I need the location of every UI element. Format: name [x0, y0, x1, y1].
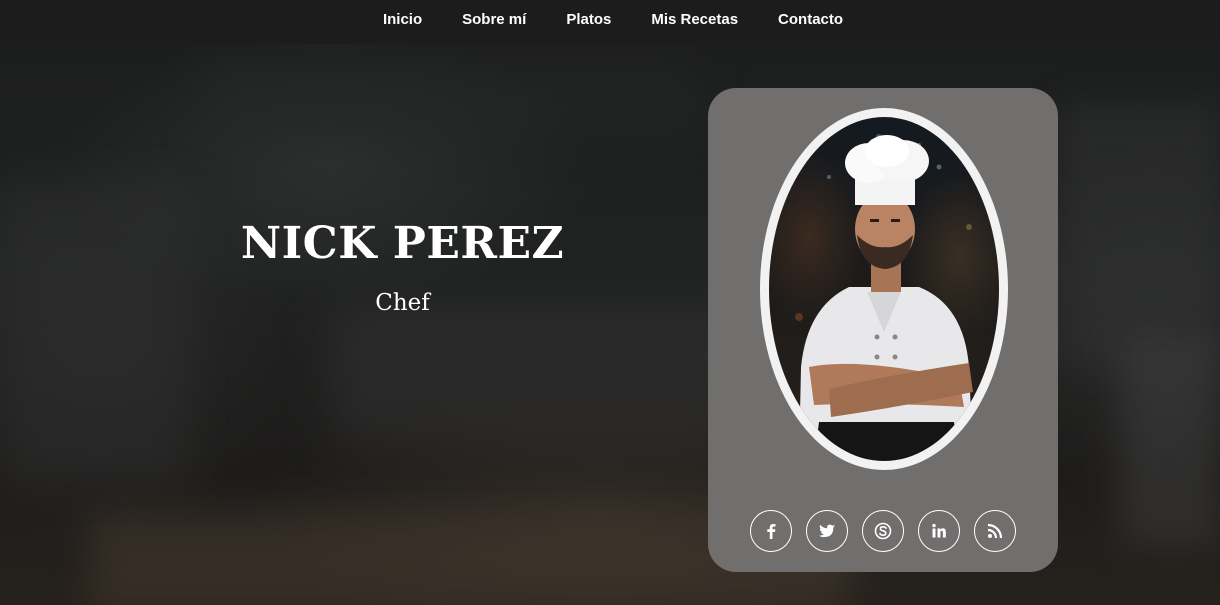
top-navbar: Inicio Sobre mí Platos Mis Recetas Conta… — [0, 0, 1220, 44]
nav-item-sobre-mi[interactable]: Sobre mí — [462, 11, 526, 28]
facebook-icon — [767, 524, 776, 539]
hero-name: NICK PEREZ — [240, 218, 565, 269]
nav-item-platos[interactable]: Platos — [566, 11, 611, 28]
hero-role: Chef — [375, 290, 430, 316]
social-links — [750, 510, 1016, 554]
chef-illustration — [795, 134, 973, 461]
chef-portrait — [769, 117, 999, 461]
hero-section: NICK PEREZ Chef — [0, 44, 1220, 605]
nav-item-mis-recetas[interactable]: Mis Recetas — [651, 11, 738, 28]
skype-button[interactable] — [862, 510, 904, 552]
twitter-icon — [818, 524, 835, 538]
linkedin-icon — [932, 523, 946, 538]
linkedin-button[interactable] — [918, 510, 960, 552]
nav-item-contacto[interactable]: Contacto — [778, 11, 843, 28]
hero-title-block: NICK PEREZ Chef — [200, 214, 605, 316]
profile-card — [708, 88, 1058, 572]
facebook-button[interactable] — [750, 510, 792, 552]
rss-icon — [987, 523, 1003, 539]
nav-item-inicio[interactable]: Inicio — [383, 11, 422, 28]
twitter-button[interactable] — [806, 510, 848, 552]
portrait-frame — [760, 108, 1008, 470]
skype-icon — [874, 522, 892, 540]
rss-button[interactable] — [974, 510, 1016, 552]
